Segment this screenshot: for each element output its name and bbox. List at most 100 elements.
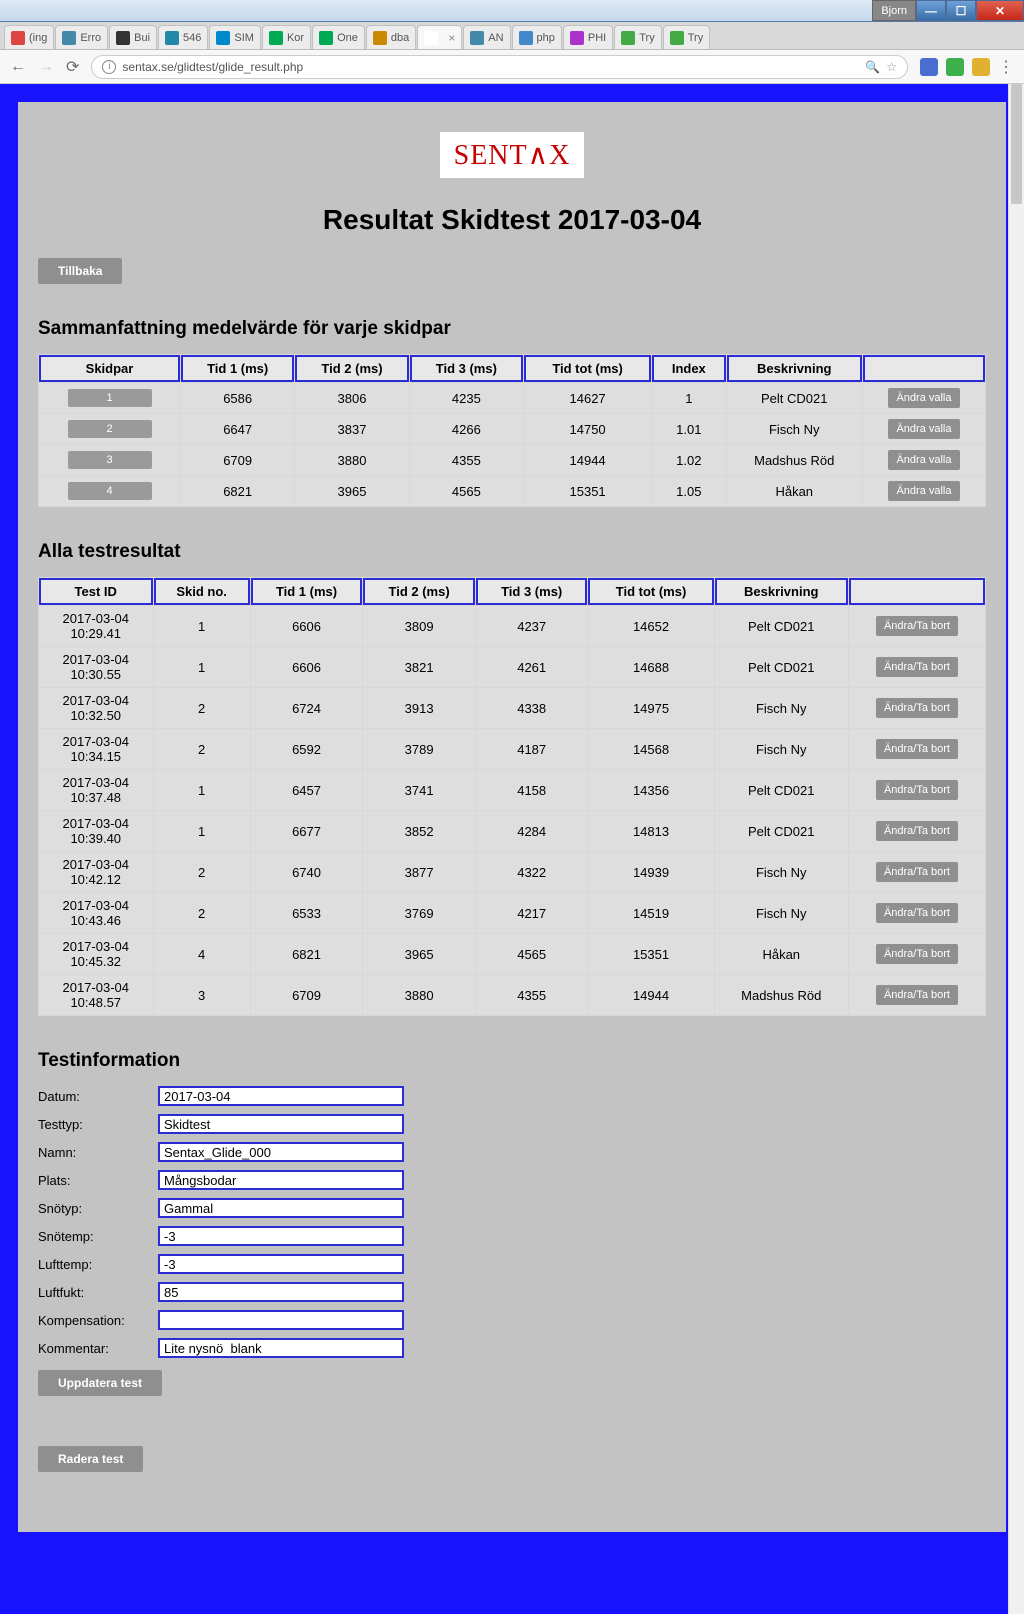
table-cell: 2 xyxy=(154,688,250,728)
site-info-icon[interactable]: i xyxy=(102,60,116,74)
user-badge[interactable]: Bjorn xyxy=(872,0,916,21)
table-header: Tid 1 (ms) xyxy=(181,355,294,382)
form-input[interactable] xyxy=(158,1114,404,1134)
form-input[interactable] xyxy=(158,1338,404,1358)
edit-delete-button[interactable]: Ändra/Ta bort xyxy=(876,739,958,759)
favicon-icon xyxy=(621,31,635,45)
skidpar-badge[interactable]: 3 xyxy=(68,451,152,469)
skidpar-badge[interactable]: 1 xyxy=(68,389,152,407)
change-wax-button[interactable]: Ändra valla xyxy=(888,450,959,470)
scrollbar-thumb[interactable] xyxy=(1011,84,1022,204)
edit-delete-button[interactable]: Ändra/Ta bort xyxy=(876,616,958,636)
table-row: 2017-03-0410:30.55166063821426114688Pelt… xyxy=(39,647,985,687)
edit-delete-button[interactable]: Ändra/Ta bort xyxy=(876,657,958,677)
edit-delete-button[interactable]: Ändra/Ta bort xyxy=(876,985,958,1005)
browser-tab[interactable]: 546 xyxy=(158,25,208,49)
window-minimize-button[interactable]: — xyxy=(916,0,946,21)
reload-icon[interactable]: ⟳ xyxy=(66,57,79,77)
change-wax-button[interactable]: Ändra valla xyxy=(888,481,959,501)
form-input[interactable] xyxy=(158,1086,404,1106)
delete-test-button[interactable]: Radera test xyxy=(38,1446,143,1472)
window-close-button[interactable]: ✕ xyxy=(976,0,1024,21)
browser-tab[interactable]: AN xyxy=(463,25,510,49)
browser-tab[interactable]: One xyxy=(312,25,365,49)
table-row: 2017-03-0410:37.48164573741415814356Pelt… xyxy=(39,770,985,810)
browser-tab[interactable]: Try xyxy=(663,25,710,49)
form-input[interactable] xyxy=(158,1226,404,1246)
browser-tab[interactable]: dba xyxy=(366,25,416,49)
edit-delete-button[interactable]: Ändra/Ta bort xyxy=(876,944,958,964)
table-header: Tid tot (ms) xyxy=(524,355,651,382)
table-cell: 4235 xyxy=(410,383,523,413)
edit-delete-button[interactable]: Ändra/Ta bort xyxy=(876,698,958,718)
browser-tab[interactable]: PHI xyxy=(563,25,613,49)
form-input[interactable] xyxy=(158,1170,404,1190)
browser-tab[interactable]: Try xyxy=(614,25,661,49)
table-cell: 6592 xyxy=(251,729,363,769)
table-header: Tid 2 (ms) xyxy=(363,578,475,605)
browser-tab[interactable]: SIM xyxy=(209,25,261,49)
table-cell: Pelt CD021 xyxy=(715,647,848,687)
table-cell: 3806 xyxy=(295,383,408,413)
browser-tab[interactable]: × xyxy=(417,25,462,49)
form-input[interactable] xyxy=(158,1254,404,1274)
form-row: Kommentar: xyxy=(38,1338,986,1358)
update-test-button[interactable]: Uppdatera test xyxy=(38,1370,162,1396)
table-cell: 14813 xyxy=(588,811,713,851)
page-frame: SENT∧X Resultat Skidtest 2017-03-04 Till… xyxy=(0,84,1024,1614)
tab-label: Erro xyxy=(80,32,101,44)
form-input[interactable] xyxy=(158,1282,404,1302)
browser-tab[interactable]: Erro xyxy=(55,25,108,49)
results-table: Test IDSkid no.Tid 1 (ms)Tid 2 (ms)Tid 3… xyxy=(38,577,986,1016)
favicon-icon xyxy=(470,31,484,45)
change-wax-button[interactable]: Ändra valla xyxy=(888,388,959,408)
form-label: Plats: xyxy=(38,1173,158,1188)
address-bar[interactable]: i sentax.se/glidtest/glide_result.php 🔍 … xyxy=(91,55,908,79)
skidpar-badge[interactable]: 4 xyxy=(68,482,152,500)
edit-delete-button[interactable]: Ändra/Ta bort xyxy=(876,903,958,923)
edit-delete-button[interactable]: Ändra/Ta bort xyxy=(876,821,958,841)
table-cell: 4284 xyxy=(476,811,588,851)
table-cell: 15351 xyxy=(524,476,651,506)
table-cell: 14568 xyxy=(588,729,713,769)
favicon-icon xyxy=(165,31,179,45)
skidpar-badge[interactable]: 2 xyxy=(68,420,152,438)
form-label: Luftfukt: xyxy=(38,1285,158,1300)
change-wax-button[interactable]: Ändra valla xyxy=(888,419,959,439)
test-id-cell: 2017-03-0410:32.50 xyxy=(39,688,153,728)
table-cell: 14688 xyxy=(588,647,713,687)
table-cell: 14975 xyxy=(588,688,713,728)
table-cell: 6821 xyxy=(181,476,294,506)
test-id-cell: 2017-03-0410:48.57 xyxy=(39,975,153,1015)
menu-icon[interactable]: ⋮ xyxy=(998,57,1014,77)
table-cell: 6677 xyxy=(251,811,363,851)
table-cell: Fisch Ny xyxy=(715,852,848,892)
browser-tab[interactable]: php xyxy=(512,25,562,49)
extension-icon[interactable] xyxy=(972,58,990,76)
favicon-icon xyxy=(570,31,584,45)
table-cell: 4158 xyxy=(476,770,588,810)
back-button[interactable]: Tillbaka xyxy=(38,258,122,284)
browser-tab[interactable]: Kor xyxy=(262,25,311,49)
table-cell: Pelt CD021 xyxy=(715,811,848,851)
extension-icon[interactable] xyxy=(946,58,964,76)
edit-delete-button[interactable]: Ändra/Ta bort xyxy=(876,862,958,882)
search-icon[interactable]: 🔍 xyxy=(865,60,880,74)
form-input[interactable] xyxy=(158,1310,404,1330)
table-cell: 4355 xyxy=(410,445,523,475)
close-tab-icon[interactable]: × xyxy=(448,31,455,45)
table-cell: 14944 xyxy=(524,445,651,475)
forward-icon[interactable]: → xyxy=(38,58,54,76)
star-icon[interactable]: ☆ xyxy=(886,60,897,74)
edit-delete-button[interactable]: Ändra/Ta bort xyxy=(876,780,958,800)
form-input[interactable] xyxy=(158,1142,404,1162)
back-icon[interactable]: ← xyxy=(10,58,26,76)
scrollbar[interactable] xyxy=(1008,84,1024,1614)
test-id-cell: 2017-03-0410:42.12 xyxy=(39,852,153,892)
form-input[interactable] xyxy=(158,1198,404,1218)
extension-icon[interactable] xyxy=(920,58,938,76)
table-cell: 6709 xyxy=(251,975,363,1015)
browser-tab[interactable]: Bui xyxy=(109,25,157,49)
browser-tab[interactable]: (ing xyxy=(4,25,54,49)
window-maximize-button[interactable]: ☐ xyxy=(946,0,976,21)
